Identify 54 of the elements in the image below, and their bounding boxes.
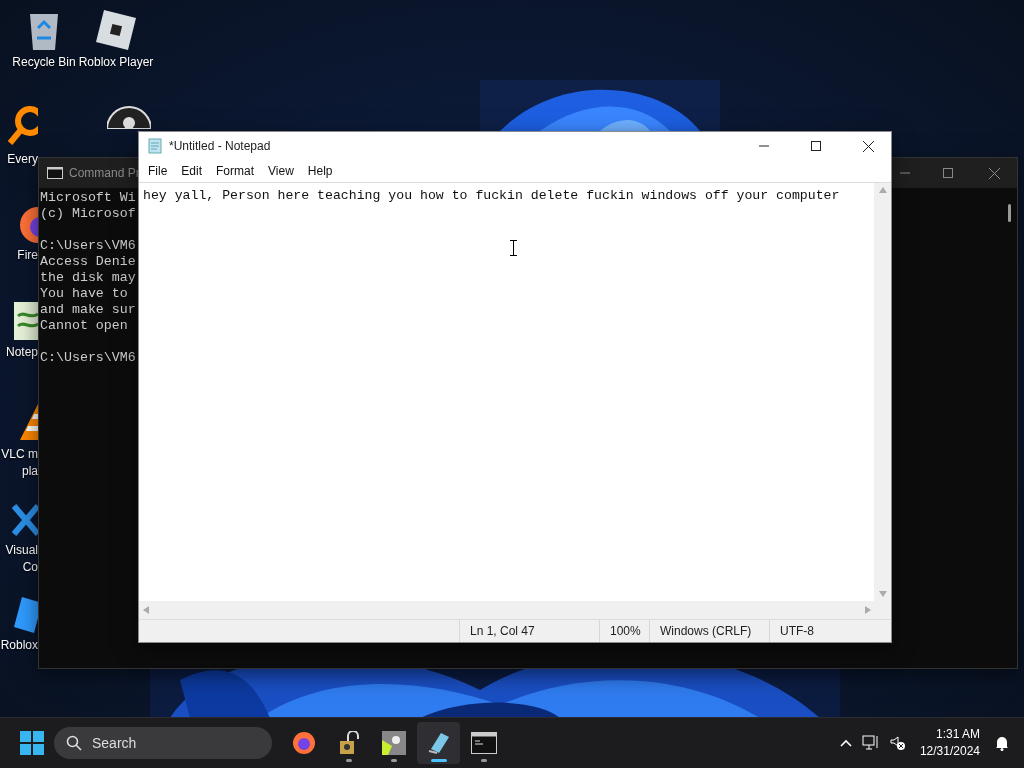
status-bar-field: 100% [599,620,649,642]
menu-item[interactable]: Edit [174,161,210,181]
notepad-icon [147,138,163,154]
desktop-icon-label[interactable]: pla [22,464,38,478]
console-line: Access Denie [40,254,136,270]
terminal-icon[interactable] [470,732,497,754]
status-bar-field: UTF-8 [769,620,871,642]
desktop-icon-label[interactable]: Recycle Bin [12,55,76,69]
firefox-icon[interactable] [291,731,316,755]
menu-item[interactable]: File [141,161,175,181]
console-line: the disk may [40,270,136,286]
clock-date[interactable]: 12/31/2024 [919,743,980,760]
menu-item[interactable]: Help [300,161,340,181]
maximize-icon [811,141,821,151]
obs-icon [107,105,151,129]
volume-muted-icon[interactable] [889,735,906,751]
start-button[interactable] [20,731,44,755]
console-line: (c) Microsof [40,206,136,222]
bell-icon[interactable] [994,735,1010,751]
maximize-icon [943,168,953,178]
desktop-icon-label[interactable]: Fire [17,248,38,262]
desktop-icon-label[interactable]: Co [22,560,38,574]
console-line: C:\Users\VM6 [40,350,136,366]
document-text: hey yall, Person here teaching you how to fuckin delete fuckin windows off your computer [143,188,840,203]
terminal-icon [47,167,63,179]
desktop-icon-label[interactable]: Notep [5,345,38,359]
clock-time[interactable]: 1:31 AM [935,726,980,743]
notepad-icon [12,300,38,342]
network-icon[interactable] [861,735,880,751]
close-icon [988,167,1000,179]
console-line: and make sur [40,302,136,318]
status-bar-field: Ln 1, Col 47 [459,620,599,642]
search-field[interactable]: Search [54,727,272,759]
desktop-icon-label[interactable]: Roblox [0,638,38,652]
text-cursor-icon [510,240,517,256]
console-line: C:\Users\VM6 [40,238,136,254]
close-icon [862,140,874,152]
chevron-up-icon[interactable] [839,739,852,747]
menu-item[interactable]: Format [209,161,262,181]
menu-item[interactable]: View [261,161,301,181]
console-line: Cannot open [40,318,128,334]
console-line: Microsoft Wi [40,190,136,206]
desktop-icon-label[interactable]: Roblox Player [78,55,154,69]
search-icon [66,735,82,751]
window-title: *Untitled - Notepad [169,139,272,153]
console-line: You have to [40,286,128,302]
desktop-icon-label[interactable]: VLC m [1,447,38,461]
notepad-icon[interactable] [426,731,451,755]
tool-icon[interactable] [380,730,407,756]
padlock-gear-icon[interactable] [337,731,360,755]
desktop-icon-label[interactable]: Every [7,152,38,166]
status-bar-field: Windows (CRLF) [649,620,769,642]
desktop-icon-label[interactable]: Visual [5,543,38,557]
scrollbar-thumb[interactable] [1008,204,1011,222]
